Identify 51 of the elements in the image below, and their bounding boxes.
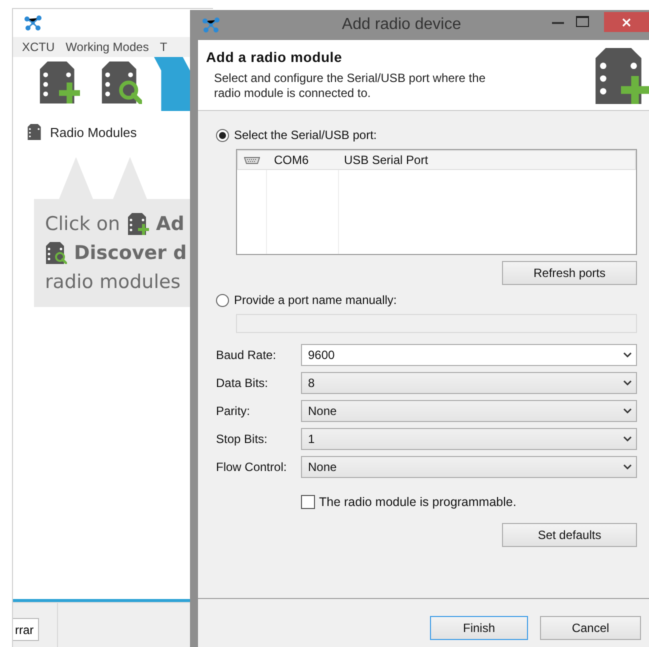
maximize-icon[interactable]: [576, 16, 589, 27]
module-icon: [27, 123, 43, 141]
hint-text: radio modules: [45, 270, 181, 292]
dropdown[interactable]: 8: [301, 372, 637, 394]
tree-item[interactable]: Radio Modules: [50, 124, 137, 140]
close-button[interactable]: [604, 12, 649, 32]
chevron-down-icon: [623, 380, 632, 386]
discover-module-icon: [100, 61, 142, 104]
action-button[interactable]: rrar: [13, 618, 39, 641]
dialog-description: Select and configure the Serial/USB port where the radio module is connected to.: [214, 71, 486, 101]
set-defaults-button[interactable]: Set defaults: [502, 523, 637, 547]
field-label: Parity:: [216, 404, 252, 418]
hint-text: Ad: [156, 212, 184, 234]
add-module-icon: [38, 61, 80, 104]
window-title: Add radio device: [340, 16, 462, 34]
serial-port-icon: [244, 156, 260, 164]
add-module-icon: [126, 212, 149, 234]
field-label: Baud Rate:: [216, 348, 278, 362]
radio-button[interactable]: [216, 128, 229, 142]
menu-item[interactable]: Working Modes: [66, 40, 149, 54]
discover-module-icon: [45, 242, 67, 264]
dialog-button[interactable]: Finish: [430, 616, 528, 640]
app-logo-icon: [201, 17, 221, 33]
menu-item[interactable]: T: [160, 40, 168, 54]
chevron-down-icon: [623, 436, 632, 442]
table-cell-text: USB Serial Port: [343, 153, 428, 167]
dropdown[interactable]: None: [301, 400, 637, 422]
refresh-ports-button[interactable]: Refresh ports: [502, 261, 637, 285]
dropdown[interactable]: 1: [301, 428, 637, 450]
close-icon: [622, 18, 631, 26]
table-cell-text: COM6: [273, 153, 310, 167]
combo-box[interactable]: 9600: [301, 344, 637, 366]
dialog-button[interactable]: Cancel: [540, 616, 641, 640]
field-label: Stop Bits:: [216, 432, 268, 446]
dropdown[interactable]: None: [301, 456, 637, 478]
radio-label[interactable]: Select the Serial/USB port:: [234, 128, 377, 142]
checkbox-label[interactable]: The radio module is programmable.: [319, 495, 516, 509]
toolbar-tab[interactable]: [154, 57, 190, 111]
menu-item[interactable]: XCTU: [22, 40, 55, 54]
radio-button[interactable]: [216, 294, 229, 306]
dialog-heading: Add a radio module: [206, 49, 344, 65]
radio-label[interactable]: Provide a port name manually:: [234, 293, 397, 307]
hint-text: Click on: [45, 212, 120, 234]
chevron-down-icon: [623, 408, 632, 414]
field-label: Data Bits:: [216, 376, 270, 390]
field-label: Flow Control:: [216, 460, 288, 474]
checkbox[interactable]: [301, 495, 315, 509]
chevron-down-icon: [623, 352, 632, 358]
hint-text: Discover d: [74, 242, 187, 264]
chevron-down-icon: [623, 464, 632, 470]
app-logo-icon: [23, 15, 43, 31]
